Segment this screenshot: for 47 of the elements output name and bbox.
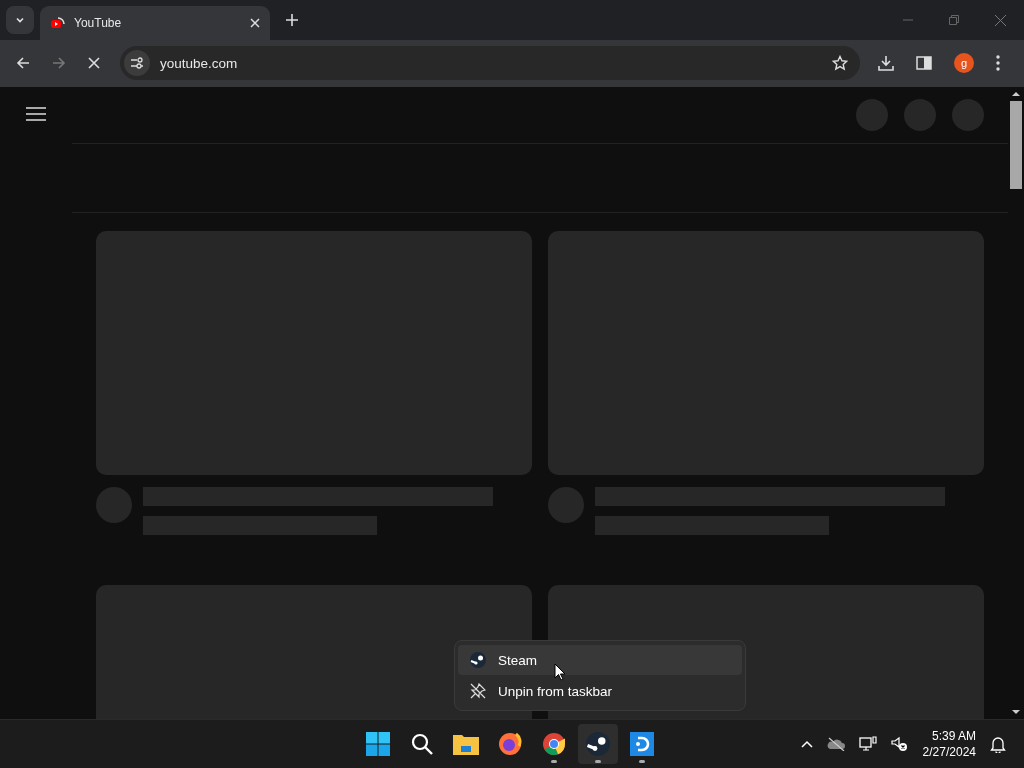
scroll-down-icon[interactable] xyxy=(1012,709,1020,716)
volume-muted-icon[interactable] xyxy=(890,736,909,753)
unpin-icon xyxy=(470,683,486,699)
loading-placeholder xyxy=(904,98,936,131)
browser-tab[interactable]: YouTube xyxy=(40,6,270,40)
menu-icon[interactable] xyxy=(996,55,1000,72)
download-icon[interactable] xyxy=(878,55,894,72)
menu-item-label: Steam xyxy=(498,652,538,668)
restore-icon[interactable] xyxy=(949,15,959,25)
cursor-icon xyxy=(554,663,566,681)
menu-item-label: Unpin from taskbar xyxy=(498,683,613,699)
stop-icon[interactable] xyxy=(88,57,100,70)
avatar-placeholder xyxy=(96,486,132,523)
firefox-icon xyxy=(498,732,522,757)
scroll-up-icon[interactable] xyxy=(1012,90,1020,97)
site-info-icon[interactable] xyxy=(124,50,150,77)
menu-icon[interactable] xyxy=(26,106,46,121)
new-tab-icon[interactable] xyxy=(286,14,298,26)
search-icon xyxy=(411,733,433,756)
star-icon[interactable] xyxy=(832,55,848,72)
taskbar-app[interactable] xyxy=(578,724,618,765)
network-icon[interactable] xyxy=(858,736,877,753)
address-bar[interactable]: youtube.com xyxy=(120,46,860,81)
avatar-placeholder xyxy=(548,486,584,523)
cloud-icon[interactable] xyxy=(826,737,845,752)
folder-icon xyxy=(453,733,479,756)
menu-item[interactable]: Unpin from taskbar xyxy=(458,676,742,706)
loading-placeholder xyxy=(856,98,888,131)
url-text: youtube.com xyxy=(160,55,239,71)
app-icon xyxy=(630,732,654,757)
forward-icon[interactable] xyxy=(52,56,66,71)
steam-icon xyxy=(470,652,486,668)
menu-item[interactable]: Steam xyxy=(458,645,742,675)
loading-placeholder xyxy=(952,98,984,131)
close-icon[interactable] xyxy=(995,14,1006,26)
steam-icon xyxy=(586,732,610,757)
clock[interactable]: 5:39 AM 2/27/2024 xyxy=(922,728,976,761)
side-panel-icon[interactable] xyxy=(916,56,932,71)
scrollbar-thumb[interactable] xyxy=(1010,100,1022,189)
back-icon[interactable] xyxy=(16,56,30,71)
chrome-icon xyxy=(542,732,566,757)
tab-title: YouTube xyxy=(74,16,123,30)
favicon-icon xyxy=(50,16,66,30)
notification-icon[interactable] xyxy=(990,735,1006,753)
chevron-up-icon[interactable] xyxy=(800,740,813,749)
profile-avatar[interactable]: g xyxy=(954,53,974,74)
windows-icon xyxy=(366,732,390,757)
